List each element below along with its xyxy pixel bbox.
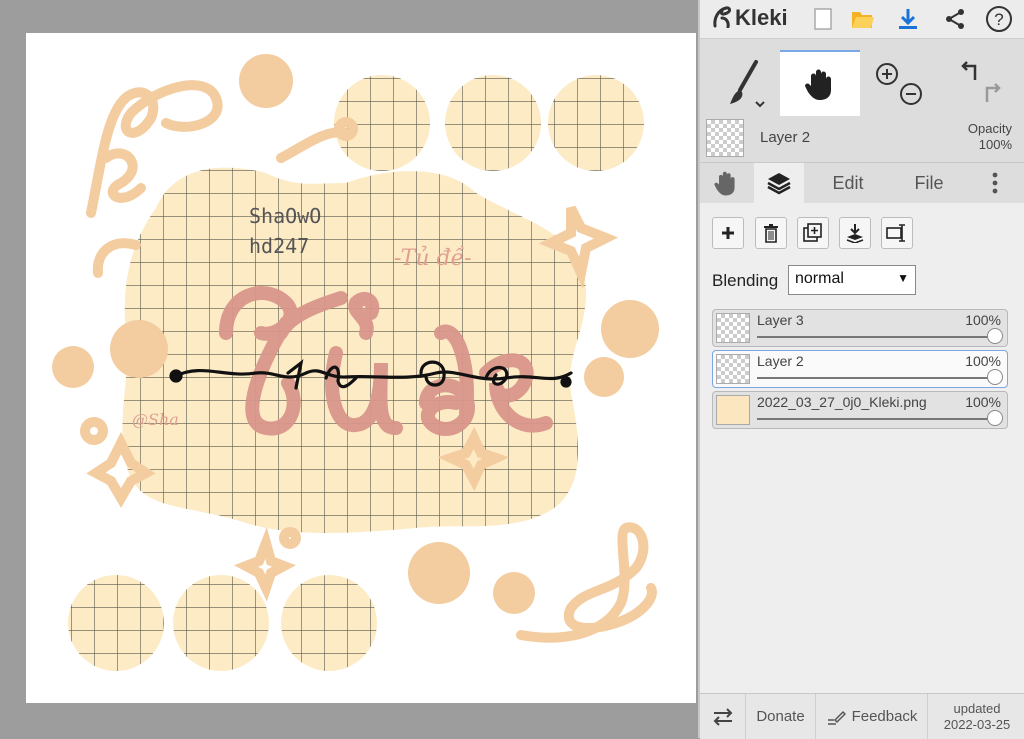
opacity-slider-track[interactable]	[757, 418, 993, 420]
current-layer-name: Layer 2	[760, 129, 811, 146]
layer-thumbnail	[716, 395, 750, 425]
layer-thumbnail	[716, 313, 750, 343]
more-menu-icon[interactable]	[980, 163, 1010, 203]
opacity-slider-track[interactable]	[757, 336, 993, 338]
rename-layer-button[interactable]	[881, 217, 913, 249]
updated-label: updated	[953, 700, 1001, 716]
canvas-area[interactable]: ShaOwO hd247 -Tủ đề- @Sha	[0, 0, 698, 738]
layer-opacity: 100%	[965, 394, 1001, 410]
tab-file[interactable]: File	[896, 163, 962, 203]
share-icon[interactable]	[940, 4, 970, 34]
layer-row-selected[interactable]: Layer 2 100%	[712, 350, 1008, 388]
drawing-canvas[interactable]: ShaOwO hd247 -Tủ đề- @Sha	[26, 33, 696, 703]
updated-date: 2022-03-25	[943, 716, 1011, 732]
feedback-label: Feedback	[851, 708, 918, 725]
hand-icon	[714, 171, 735, 196]
layer-name: Layer 2	[757, 353, 804, 369]
merge-down-icon	[846, 224, 864, 243]
app-logo: Kleki	[712, 5, 788, 31]
zoom-in-icon[interactable]	[876, 63, 898, 85]
feedback-button[interactable]: Feedback	[816, 694, 928, 739]
opacity-value: 100%	[978, 137, 1012, 152]
hand-tool[interactable]	[780, 50, 860, 116]
duplicate-icon	[803, 223, 822, 242]
merge-layer-button[interactable]	[839, 217, 871, 249]
brush-tool[interactable]	[710, 50, 780, 114]
app-name: Kleki	[735, 5, 788, 30]
small-title: -Tủ đề-	[394, 245, 472, 271]
current-layer-info: Layer 2 Opacity 100%	[700, 114, 1024, 163]
layer-name: 2022_03_27_0j0_Kleki.png	[757, 394, 927, 410]
credit-line2: hd247	[249, 234, 309, 258]
svg-text:?: ?	[994, 10, 1003, 29]
bottom-bar: Donate Feedback updated 2022-03-25	[700, 693, 1024, 739]
swap-arrows-icon	[713, 707, 732, 726]
swap-side-button[interactable]	[700, 694, 746, 739]
panel-tabs: Edit File	[700, 163, 1024, 203]
canvas-artwork: ShaOwO hd247 -Tủ đề- @Sha	[52, 54, 659, 671]
top-toolbar: Kleki ?	[700, 0, 1024, 39]
grid-circles-bottom	[68, 575, 377, 671]
opacity-label: Opacity	[967, 121, 1012, 136]
tab-edit[interactable]: Edit	[812, 163, 884, 203]
kleki-logo-icon	[713, 6, 731, 28]
layer-row[interactable]: Layer 3 100%	[712, 309, 1008, 347]
rename-icon	[886, 224, 905, 242]
feedback-pencil-icon	[827, 710, 846, 725]
add-layer-button[interactable]	[712, 217, 744, 249]
open-folder-icon[interactable]	[848, 4, 878, 34]
layer-opacity: 100%	[965, 312, 1001, 328]
opacity-slider-knob[interactable]	[987, 328, 1003, 344]
grid-circles-top	[334, 75, 644, 171]
duplicate-layer-button[interactable]	[797, 217, 829, 249]
history-tools	[946, 50, 1016, 114]
brush-icon	[730, 60, 765, 108]
zoom-tools	[870, 50, 932, 114]
blending-value: normal	[795, 270, 844, 287]
download-icon[interactable]	[893, 4, 923, 34]
trash-icon	[764, 224, 778, 243]
help-icon[interactable]: ?	[984, 4, 1014, 34]
blending-select[interactable]: normal ▼	[788, 265, 916, 295]
hand-icon	[805, 69, 831, 100]
tab-layers[interactable]	[754, 163, 804, 203]
donate-button[interactable]: Donate	[746, 694, 816, 739]
blending-label: Blending	[712, 271, 779, 290]
redo-icon[interactable]	[985, 83, 1001, 102]
layer-name: Layer 3	[757, 312, 804, 328]
update-info: updated 2022-03-25	[928, 694, 1024, 739]
zoom-out-icon[interactable]	[900, 83, 922, 105]
layers-icon	[767, 173, 791, 195]
current-layer-thumbnail	[706, 119, 744, 157]
delete-layer-button[interactable]	[755, 217, 787, 249]
layer-opacity: 100%	[965, 353, 1001, 369]
opacity-slider-knob[interactable]	[987, 369, 1003, 385]
opacity-readout: Opacity 100%	[968, 121, 1012, 153]
layer-thumbnail	[716, 354, 750, 384]
new-image-icon[interactable]	[808, 4, 838, 34]
undo-icon[interactable]	[961, 61, 977, 80]
side-panel: Kleki ? Layer 2 Opacity 100% Edit File B…	[698, 0, 1024, 739]
signature: @Sha	[132, 410, 179, 429]
opacity-slider-knob[interactable]	[987, 410, 1003, 426]
plus-icon	[722, 227, 734, 239]
tool-row	[700, 50, 1024, 116]
opacity-slider-track[interactable]	[757, 377, 993, 379]
layers-pane: Blending normal ▼ Layer 3 100% Layer 2 1…	[700, 203, 1024, 693]
layer-row[interactable]: 2022_03_27_0j0_Kleki.png 100%	[712, 391, 1008, 429]
credit-line1: ShaOwO	[249, 204, 321, 228]
chevron-down-icon: ▼	[897, 271, 909, 285]
tab-hand[interactable]	[700, 163, 752, 203]
